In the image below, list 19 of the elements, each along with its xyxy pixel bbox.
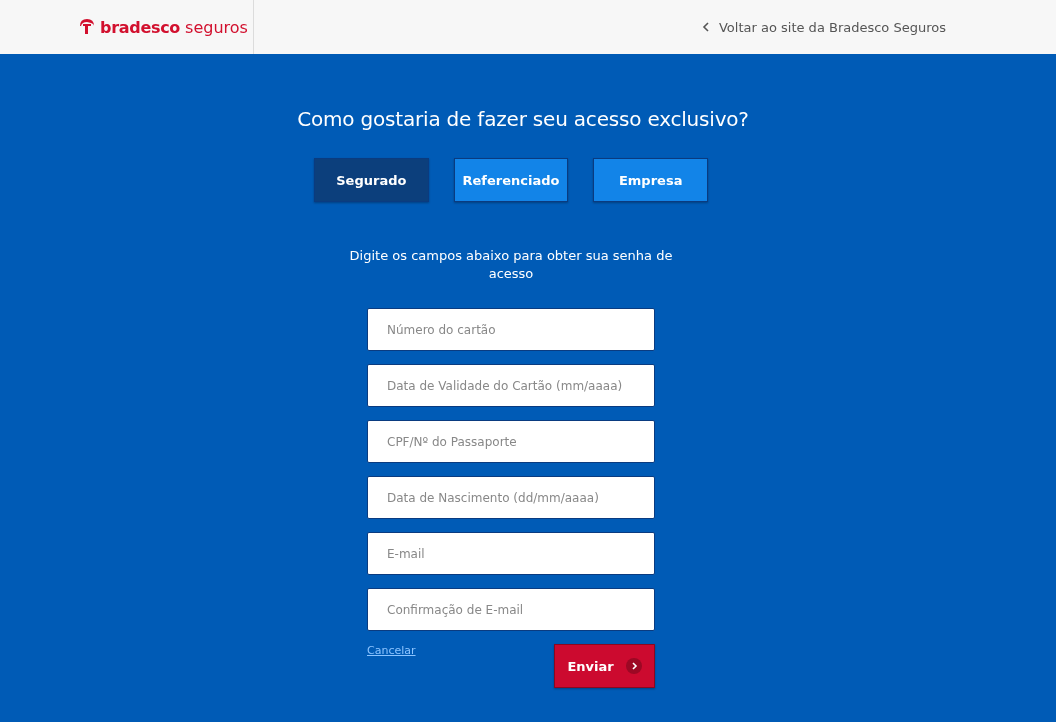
tab[interactable]: Segurado: [314, 158, 429, 202]
instructions-text: Digite os campos abaixo para obter sua senha de acesso: [348, 247, 674, 283]
tab[interactable]: Referenciado: [453, 158, 569, 202]
input-field[interactable]: Data de Validade do Cartão (mm/aaaa): [367, 364, 655, 407]
logo-product: seguros: [185, 17, 248, 37]
submit-button[interactable]: Enviar: [554, 644, 655, 688]
cancel-link[interactable]: Cancelar: [367, 644, 416, 657]
back-link[interactable]: Voltar ao site da Bradesco Seguros: [701, 19, 946, 35]
tab[interactable]: Empresa: [593, 158, 708, 202]
input-field[interactable]: Data de Nascimento (dd/mm/aaaa): [367, 476, 655, 519]
page-title: Como gostaria de fazer seu acesso exclusivo?: [296, 107, 750, 131]
chevron-left-icon: [701, 22, 709, 32]
input-field[interactable]: E-mail: [367, 532, 655, 575]
input-field[interactable]: Confirmação de E-mail: [367, 588, 655, 631]
input-field[interactable]: Número do cartão: [367, 308, 655, 351]
logo-icon: [77, 17, 97, 37]
chevron-right-icon: [625, 658, 642, 674]
input-field[interactable]: CPF/Nº do Passaporte: [367, 420, 655, 463]
logo-brand: bradesco: [100, 17, 181, 37]
